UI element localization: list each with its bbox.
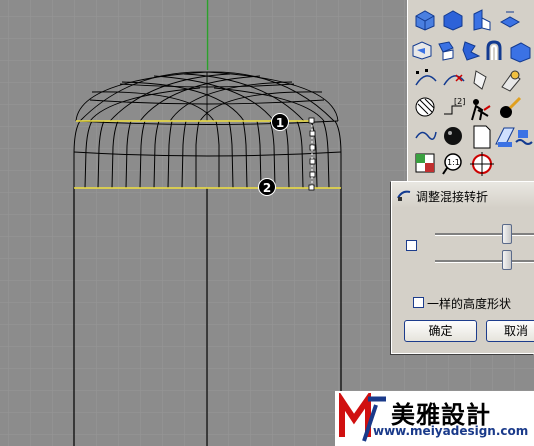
solid-boolean-icon[interactable] <box>510 42 531 63</box>
callout-2: 2 <box>258 178 276 196</box>
slider2-track[interactable] <box>435 260 534 263</box>
solid-fillet-icon[interactable] <box>486 40 502 60</box>
dialog-title-bar[interactable]: 调整混接转折 <box>392 182 534 208</box>
solid-edit-icon[interactable] <box>443 10 463 31</box>
link-sliders-checkbox[interactable] <box>406 240 417 251</box>
bend-icon[interactable] <box>473 70 487 90</box>
solid-split-alt-icon[interactable] <box>499 11 521 28</box>
sphere-render-icon[interactable] <box>444 127 462 145</box>
meiya-design-watermark: 美雅設計 www.meiyadesign.com <box>335 391 534 446</box>
solid-cut-icon[interactable] <box>438 41 454 61</box>
ok-button[interactable]: 确定 <box>404 320 477 342</box>
cancel-button[interactable]: 取消 <box>486 320 534 342</box>
solid-cut-blue-icon[interactable] <box>462 41 481 61</box>
brand-url: www.meiyadesign.com <box>373 424 529 438</box>
page-icon[interactable] <box>473 125 491 149</box>
hatch-icon[interactable] <box>415 97 435 117</box>
paint-icon[interactable] <box>500 96 522 118</box>
dimension-icon[interactable]: [2] <box>444 97 465 115</box>
solid-tools-toolbar: [2] 1:1 <box>407 0 534 181</box>
render-icon[interactable] <box>471 99 491 121</box>
slider2-thumb[interactable] <box>502 250 513 270</box>
same-height-shape-checkbox[interactable] <box>413 297 424 308</box>
solid-box-icon[interactable] <box>415 10 435 31</box>
edit-points-alt-icon[interactable] <box>443 74 465 86</box>
same-height-shape-label: 一样的高度形状 <box>427 297 512 311</box>
zoom-icon[interactable]: 1:1 <box>442 153 462 175</box>
layer-grid-icon[interactable] <box>415 153 435 173</box>
edit-points-icon[interactable] <box>415 69 437 86</box>
solid-split-icon[interactable] <box>473 9 491 31</box>
svg-text:[2]: [2] <box>454 97 465 106</box>
slider1-track[interactable] <box>435 233 534 236</box>
target-icon[interactable] <box>470 152 494 176</box>
solid-offset-icon[interactable] <box>412 41 432 60</box>
project-icon[interactable] <box>501 70 521 92</box>
surface-blend-icon[interactable] <box>415 131 437 140</box>
texture-icon[interactable] <box>495 127 515 147</box>
adjust-blend-bulge-dialog[interactable]: 调整混接转折 一样的高度形状 确定 取消 <box>391 181 534 354</box>
callout-1: 1 <box>271 113 289 131</box>
dialog-title: 调整混接转折 <box>416 190 489 204</box>
blend-tool-icon <box>397 190 411 201</box>
svg-text:1:1: 1:1 <box>447 158 460 167</box>
waves-icon[interactable] <box>515 130 533 145</box>
slider1-thumb[interactable] <box>502 224 513 244</box>
